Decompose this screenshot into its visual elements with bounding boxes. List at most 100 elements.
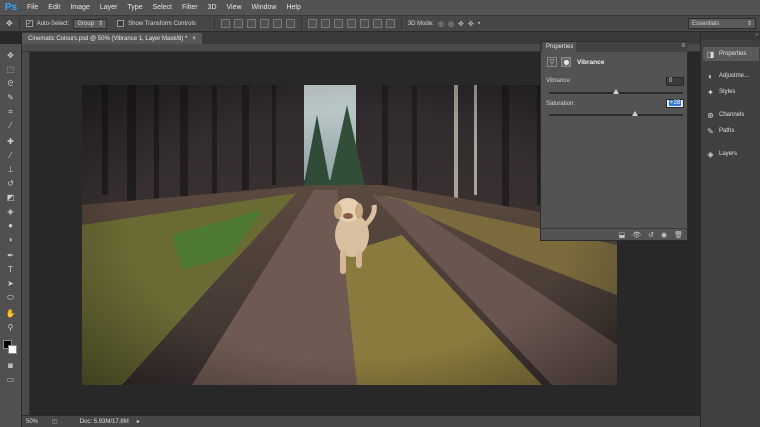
vibrance-label: Vibrance: (546, 78, 572, 84)
zoom-level[interactable]: 50% (26, 419, 38, 425)
transform-controls-checkbox[interactable] (117, 20, 125, 27)
menu-bar: Ps File Edit Image Layer Type Select Fil… (0, 0, 760, 15)
distribute-hcenter-icon[interactable] (359, 19, 369, 28)
3d-slide-icon[interactable]: ✥ (468, 20, 474, 28)
align-hcenter-icon[interactable] (272, 19, 282, 28)
eyedropper-tool-icon[interactable]: ⁄ (4, 120, 17, 131)
toggle-visibility-icon[interactable]: ◉ (661, 231, 667, 239)
workspace-switcher[interactable]: Essentials ⇕ (688, 18, 756, 29)
auto-select-dropdown[interactable]: Group ⇕ (73, 18, 108, 29)
document-tab[interactable]: Cinematic Colours.psd @ 50% (Vibrance 1,… (22, 33, 202, 44)
document-info[interactable]: Doc: 5.93M/17.8M (80, 419, 129, 425)
marquee-tool-icon[interactable]: ⬚ (4, 64, 17, 75)
shape-tool-icon[interactable]: ⬭ (4, 292, 17, 303)
collapse-dock-icon[interactable]: » (701, 32, 760, 40)
menu-file[interactable]: File (22, 4, 43, 11)
align-top-icon[interactable] (220, 19, 230, 28)
view-previous-state-icon[interactable]: 👁 (632, 231, 641, 239)
dropdown-arrow-icon: ⇕ (98, 21, 104, 27)
menu-window[interactable]: Window (247, 4, 282, 11)
blur-tool-icon[interactable]: ● (4, 220, 17, 231)
dock-properties[interactable]: ◨ Properties (703, 47, 759, 61)
vibrance-slider-thumb[interactable] (613, 89, 619, 94)
3d-roll-icon[interactable]: ◎ (448, 20, 454, 28)
gradient-tool-icon[interactable]: ◈ (4, 206, 17, 217)
auto-select-checkbox[interactable] (25, 20, 33, 27)
move-tool-preset-icon[interactable]: ✥ (6, 19, 13, 28)
menu-edit[interactable]: Edit (43, 4, 65, 11)
saturation-slider-thumb[interactable] (631, 111, 638, 116)
hand-tool-icon[interactable]: ✋ (4, 308, 17, 319)
close-tab-icon[interactable]: × (192, 36, 196, 42)
photoshop-logo: Ps (4, 2, 18, 13)
panel-dock: » ◨ Properties ◐ Adjustme... ✦ Styles ⊛ … (700, 32, 760, 427)
clip-to-layer-icon[interactable]: ⬓ (619, 231, 626, 239)
menu-filter[interactable]: Filter (177, 4, 203, 11)
path-select-tool-icon[interactable]: ➤ (4, 278, 17, 289)
pen-tool-icon[interactable]: ✒ (4, 250, 17, 261)
brush-tool-icon[interactable]: ⁄ (4, 150, 17, 161)
quick-select-tool-icon[interactable]: ✎ (4, 92, 17, 103)
dock-layers[interactable]: ◈ Layers (703, 147, 759, 161)
distribute-vcenter-icon[interactable] (320, 19, 330, 28)
align-left-icon[interactable] (259, 19, 269, 28)
menu-3d[interactable]: 3D (203, 4, 222, 11)
saturation-input[interactable]: +28 (666, 99, 684, 108)
menu-type[interactable]: Type (122, 4, 147, 11)
3d-rotate-icon[interactable]: ◎ (438, 20, 444, 28)
vertical-ruler (22, 52, 30, 415)
vibrance-input[interactable]: 0 (666, 77, 684, 86)
move-tool-icon[interactable]: ✥ (4, 50, 17, 61)
document-image[interactable] (82, 85, 617, 385)
dock-paths-label: Paths (719, 128, 735, 134)
distribute-top-icon[interactable] (307, 19, 317, 28)
document-tab-title: Cinematic Colours.psd @ 50% (Vibrance 1,… (28, 35, 188, 42)
dropdown-arrow-icon: ⇕ (746, 21, 752, 27)
panel-menu-icon[interactable]: ≡ (681, 43, 685, 49)
layer-mask-icon[interactable] (561, 57, 571, 67)
transform-controls-label: Show Transform Controls (128, 20, 196, 27)
quick-mask-icon[interactable]: ◙ (4, 360, 17, 371)
align-vcenter-icon[interactable] (233, 19, 243, 28)
clone-stamp-tool-icon[interactable]: ⊥ (4, 164, 17, 175)
eraser-tool-icon[interactable]: ◩ (4, 192, 17, 203)
menu-view[interactable]: View (222, 4, 247, 11)
menu-layer[interactable]: Layer (95, 4, 123, 11)
dock-styles-label: Styles (719, 89, 736, 95)
auto-align-icon[interactable] (385, 19, 395, 28)
align-right-icon[interactable] (285, 19, 295, 28)
reset-icon[interactable]: ↺ (648, 231, 654, 239)
history-brush-tool-icon[interactable]: ↺ (4, 178, 17, 189)
dog-on-forest-path-image (82, 85, 617, 385)
distribute-left-icon[interactable] (346, 19, 356, 28)
distribute-bottom-icon[interactable] (333, 19, 343, 28)
dock-paths[interactable]: ✎ Paths (703, 124, 759, 138)
saturation-value-selected: +28 (669, 100, 682, 106)
background-color-swatch[interactable] (8, 345, 17, 354)
crop-tool-icon[interactable]: ⌗ (4, 106, 17, 117)
healing-brush-tool-icon[interactable]: ✚ (4, 136, 17, 147)
auto-select-value: Group (77, 20, 95, 27)
export-icon[interactable]: ◫ (52, 418, 58, 425)
dock-adjustments[interactable]: ◐ Adjustme... (703, 69, 759, 83)
dock-styles[interactable]: ✦ Styles (703, 85, 759, 99)
menu-help[interactable]: Help (281, 4, 305, 11)
3d-scale-icon[interactable]: ▪ (478, 20, 480, 27)
lasso-tool-icon[interactable]: ᘓ (4, 78, 17, 89)
dock-channels[interactable]: ⊛ Channels (703, 108, 759, 122)
saturation-slider-track[interactable] (549, 114, 683, 116)
distribute-right-icon[interactable] (372, 19, 382, 28)
menu-select[interactable]: Select (148, 4, 177, 11)
paths-icon: ✎ (707, 126, 714, 136)
screen-mode-icon[interactable]: ▭ (4, 374, 17, 385)
layers-icon: ◈ (707, 149, 714, 159)
menu-image[interactable]: Image (65, 4, 94, 11)
properties-tab[interactable]: Properties (543, 42, 577, 52)
align-bottom-icon[interactable] (246, 19, 256, 28)
3d-drag-icon[interactable]: ✥ (458, 20, 464, 28)
type-tool-icon[interactable]: T (4, 264, 17, 275)
dodge-tool-icon[interactable]: ◖ (4, 234, 17, 245)
status-menu-arrow-icon[interactable]: ▸ (137, 418, 140, 425)
zoom-tool-icon[interactable]: ⚲ (4, 322, 17, 333)
delete-icon[interactable]: 🗑 (674, 231, 683, 239)
